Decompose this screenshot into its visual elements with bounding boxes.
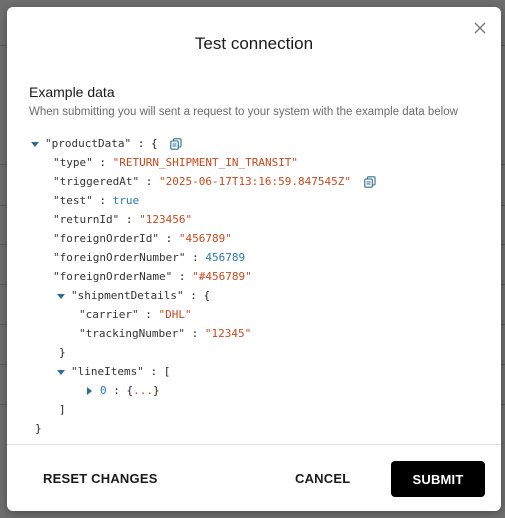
dialog-title: Test connection xyxy=(194,34,314,53)
json-close-line-items: ] xyxy=(59,403,66,416)
test-connection-dialog: Test connection Example data When submit… xyxy=(7,7,501,511)
json-close-shipment-details: } xyxy=(59,346,66,359)
caret-right-icon[interactable] xyxy=(87,387,92,395)
json-close-root: } xyxy=(35,422,42,435)
close-icon[interactable] xyxy=(473,21,487,35)
section-description: When submitting you will sent a request … xyxy=(29,106,458,118)
caret-down-icon[interactable] xyxy=(57,369,65,375)
json-row-return-id: "returnId" : "123456" xyxy=(53,213,193,226)
json-row-test: "test" : true xyxy=(53,194,140,207)
json-row-tracking-number: "trackingNumber" : "12345" xyxy=(79,327,252,340)
collapsed-ellipsis[interactable]: ... xyxy=(133,384,153,397)
json-row-type: "type" : "RETURN_SHIPMENT_IN_TRANSIT" xyxy=(53,156,299,169)
reset-changes-button[interactable]: RESET CHANGES xyxy=(43,461,158,497)
json-row-line-items: "lineItems" : [ xyxy=(57,362,170,381)
cancel-button[interactable]: CANCEL xyxy=(295,461,350,497)
copy-icon[interactable] xyxy=(170,138,182,150)
json-row-foreign-order-number: "foreignOrderNumber" : 456789 xyxy=(53,251,246,264)
copy-icon[interactable] xyxy=(363,176,376,188)
footer-divider xyxy=(7,444,501,445)
caret-down-icon[interactable] xyxy=(31,141,39,147)
json-row-foreign-order-id: "foreignOrderId" : "456789" xyxy=(53,232,232,245)
json-row-line-item-0: 0 : {...} xyxy=(87,381,160,400)
json-key: "productData" xyxy=(45,137,132,150)
caret-down-icon[interactable] xyxy=(57,293,65,299)
json-row-foreign-order-name: "foreignOrderName" : "#456789" xyxy=(53,270,252,283)
json-row-carrier: "carrier" : "DHL" xyxy=(79,308,192,321)
json-row-shipment-details: "shipmentDetails" : { xyxy=(57,286,210,305)
submit-button[interactable]: SUBMIT xyxy=(391,461,485,497)
json-row-triggered-at: "triggeredAt" : "2025-06-17T13:16:59.847… xyxy=(53,172,376,191)
section-heading: Example data xyxy=(29,84,115,100)
json-root-row: "productData" : { xyxy=(31,134,182,153)
